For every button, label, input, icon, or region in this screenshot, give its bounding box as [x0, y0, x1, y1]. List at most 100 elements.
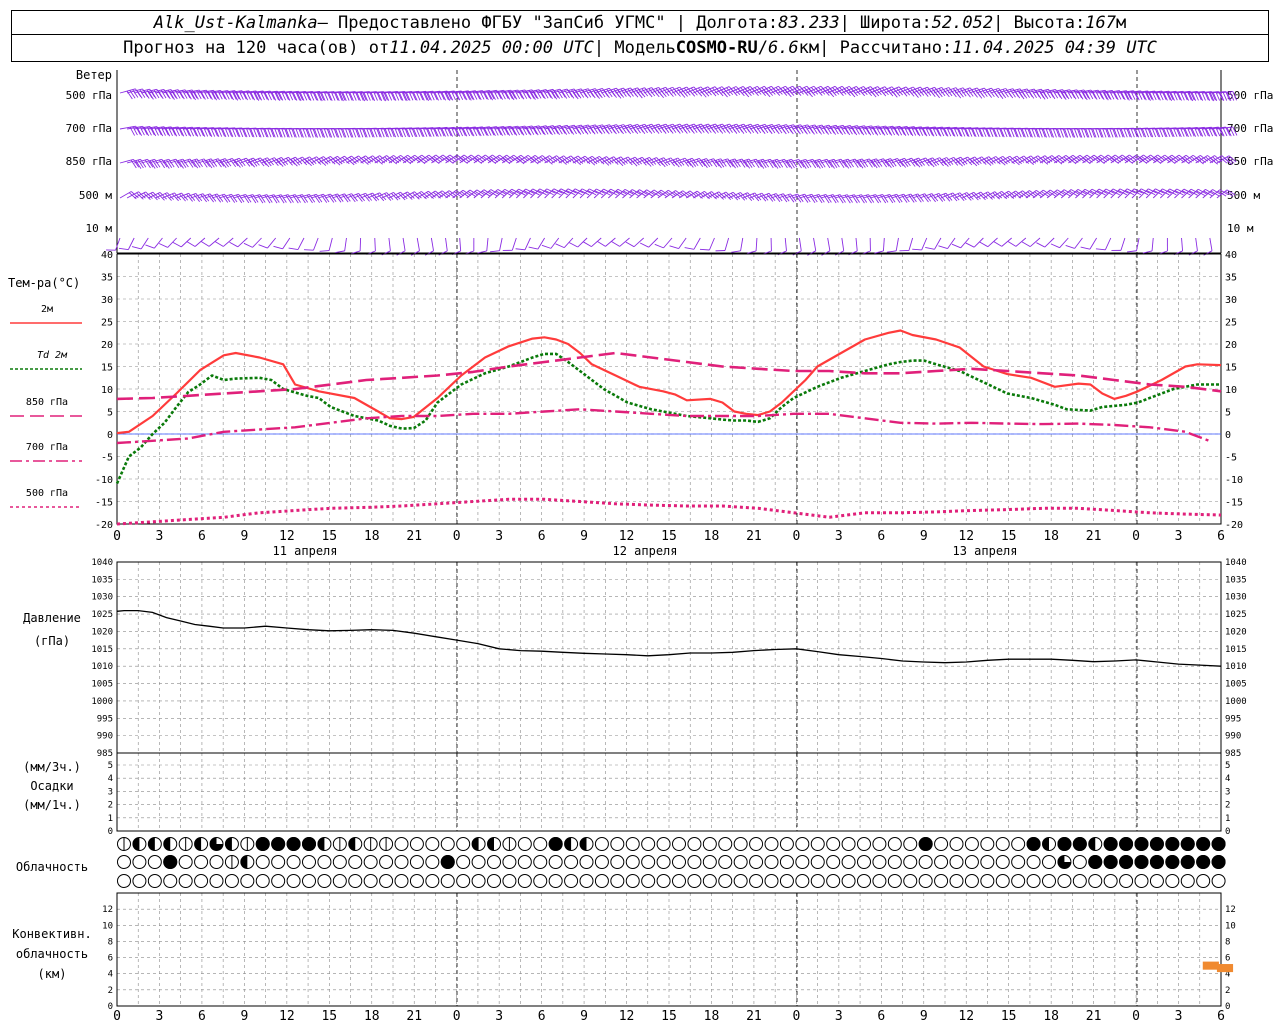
wind-barb [657, 86, 673, 94]
conv-tick-right: 12 [1225, 905, 1236, 915]
cloud-symbol-outline [178, 874, 193, 888]
cloud-symbol-outline [548, 874, 563, 888]
wind-barb-feather [1031, 128, 1036, 138]
hour-tick-label: 6 [538, 1009, 546, 1024]
pressure-tick-right: 1005 [1225, 680, 1247, 690]
cloud-symbol-outline [625, 855, 640, 869]
cloud-symbol-outline [702, 837, 717, 851]
cloud-symbol-outline [594, 837, 609, 851]
cloud-symbol-half [148, 837, 155, 851]
cloud-symbol-outline [964, 837, 979, 851]
wind-barb [127, 237, 135, 250]
wind-barb [374, 237, 376, 252]
cloud-symbol-outline [841, 874, 856, 888]
wind-barb [784, 237, 787, 251]
wind-barb-feather [1066, 128, 1072, 138]
wind-barb-feather [373, 128, 378, 138]
wind-barb [459, 237, 462, 251]
cloud-symbol-outline [533, 855, 548, 869]
cloud-symbol-outline [147, 874, 162, 888]
cloud-symbol-overcast [1211, 855, 1226, 869]
hour-tick-label: 18 [704, 529, 720, 544]
temp-tick-right: -15 [1225, 498, 1243, 509]
cloud-symbol-outline [548, 855, 563, 869]
hour-tick-label: 12 [619, 529, 635, 544]
hour-tick-label: 6 [1217, 529, 1225, 544]
conv-tick-left: 12 [102, 905, 113, 915]
wind-barb [798, 237, 802, 251]
cloud-symbol-outline [163, 874, 178, 888]
cloud-symbol-outline [749, 855, 764, 869]
cloud-symbol-outline [1026, 874, 1041, 888]
wind-barb-feather [490, 250, 500, 253]
cloud-symbol-outline [132, 874, 147, 888]
conv-tick-right: 2 [1225, 986, 1230, 996]
temp-series-3 [116, 408, 1210, 445]
cloud-symbol-outline [286, 855, 301, 869]
hour-tick-label: 9 [920, 1009, 928, 1024]
cloud-symbol-outline [317, 855, 332, 869]
precip-tick-left: 5 [108, 761, 113, 771]
cloud-symbol-outline [487, 855, 501, 869]
cloud-symbol-half [163, 837, 171, 851]
cloud-symbol-outline [1026, 855, 1041, 869]
cloud-symbol-outline [795, 855, 810, 869]
pressure-tick-right: 1030 [1225, 593, 1247, 603]
cloud-symbol-overcast [1180, 837, 1195, 851]
wind-barb [430, 237, 434, 251]
wind-level-label-right: 10 м [1227, 222, 1254, 235]
temp-tick-right: 15 [1225, 363, 1237, 374]
cloud-symbol-outline [286, 874, 301, 888]
cloud-symbol-outline [887, 855, 902, 869]
wind-barb [499, 237, 503, 251]
cloud-symbol-outline [132, 855, 147, 869]
wind-barb [313, 237, 319, 251]
cloud-symbol-outline [147, 855, 162, 869]
wind-barb [940, 87, 957, 94]
wind-barb-feather [925, 247, 935, 250]
wind-barb [841, 237, 845, 251]
cloud-symbol-outline [1011, 855, 1026, 869]
cloud-symbol-outline [178, 855, 193, 869]
cloud-symbol-overcast [286, 837, 301, 851]
conv-tick-right: 10 [1225, 921, 1236, 931]
cloud-symbol-outline [980, 855, 995, 869]
cloud-symbol-outline [733, 855, 748, 869]
pressure-tick-right: 1020 [1225, 627, 1247, 637]
cloud-symbol-outline [440, 837, 455, 851]
wind-barb [416, 237, 420, 251]
wind-barb-feather [1036, 242, 1046, 248]
wind-barb [664, 86, 680, 94]
wind-barb [1001, 237, 1012, 247]
wind-barb-feather [583, 241, 592, 247]
cloud-symbol-outline [779, 837, 794, 851]
wind-barb [344, 237, 347, 251]
wind-barb [740, 237, 744, 251]
wind-barb-feather [541, 244, 552, 249]
wind-barb-feather [1021, 241, 1031, 247]
wind-barb-feather [1130, 128, 1135, 138]
conv-cloud-bar [1216, 964, 1234, 973]
cloud-symbol-overcast [1134, 837, 1149, 851]
wind-barb [282, 237, 291, 250]
cloud-symbol-outline [749, 837, 764, 851]
conv-label-1: Конвективн. [12, 927, 91, 941]
temp-legend-label: 500 гПа [26, 488, 68, 499]
cloud-symbol-outline [1072, 855, 1087, 869]
hour-tick-label: 3 [835, 1009, 843, 1024]
cloud-symbol-outline [887, 874, 902, 888]
wind-barb-feather [965, 242, 975, 248]
wind-barb-feather [319, 250, 330, 252]
cloud-symbol-overcast [1180, 855, 1195, 869]
wind-barb-feather [281, 128, 286, 138]
day-label: 12 апреля [612, 544, 677, 558]
wind-barb-feather [912, 248, 922, 251]
cloud-symbol-outline [841, 837, 856, 851]
cloud-symbol-outline [394, 855, 409, 869]
wind-barb [643, 87, 659, 94]
cloud-symbol-outline [471, 855, 486, 869]
cloud-symbol-outline [795, 837, 810, 851]
conv-tick-left: 6 [108, 954, 113, 964]
cloud-symbol-outline [1072, 874, 1087, 888]
precip-tick-left: 4 [108, 774, 113, 784]
